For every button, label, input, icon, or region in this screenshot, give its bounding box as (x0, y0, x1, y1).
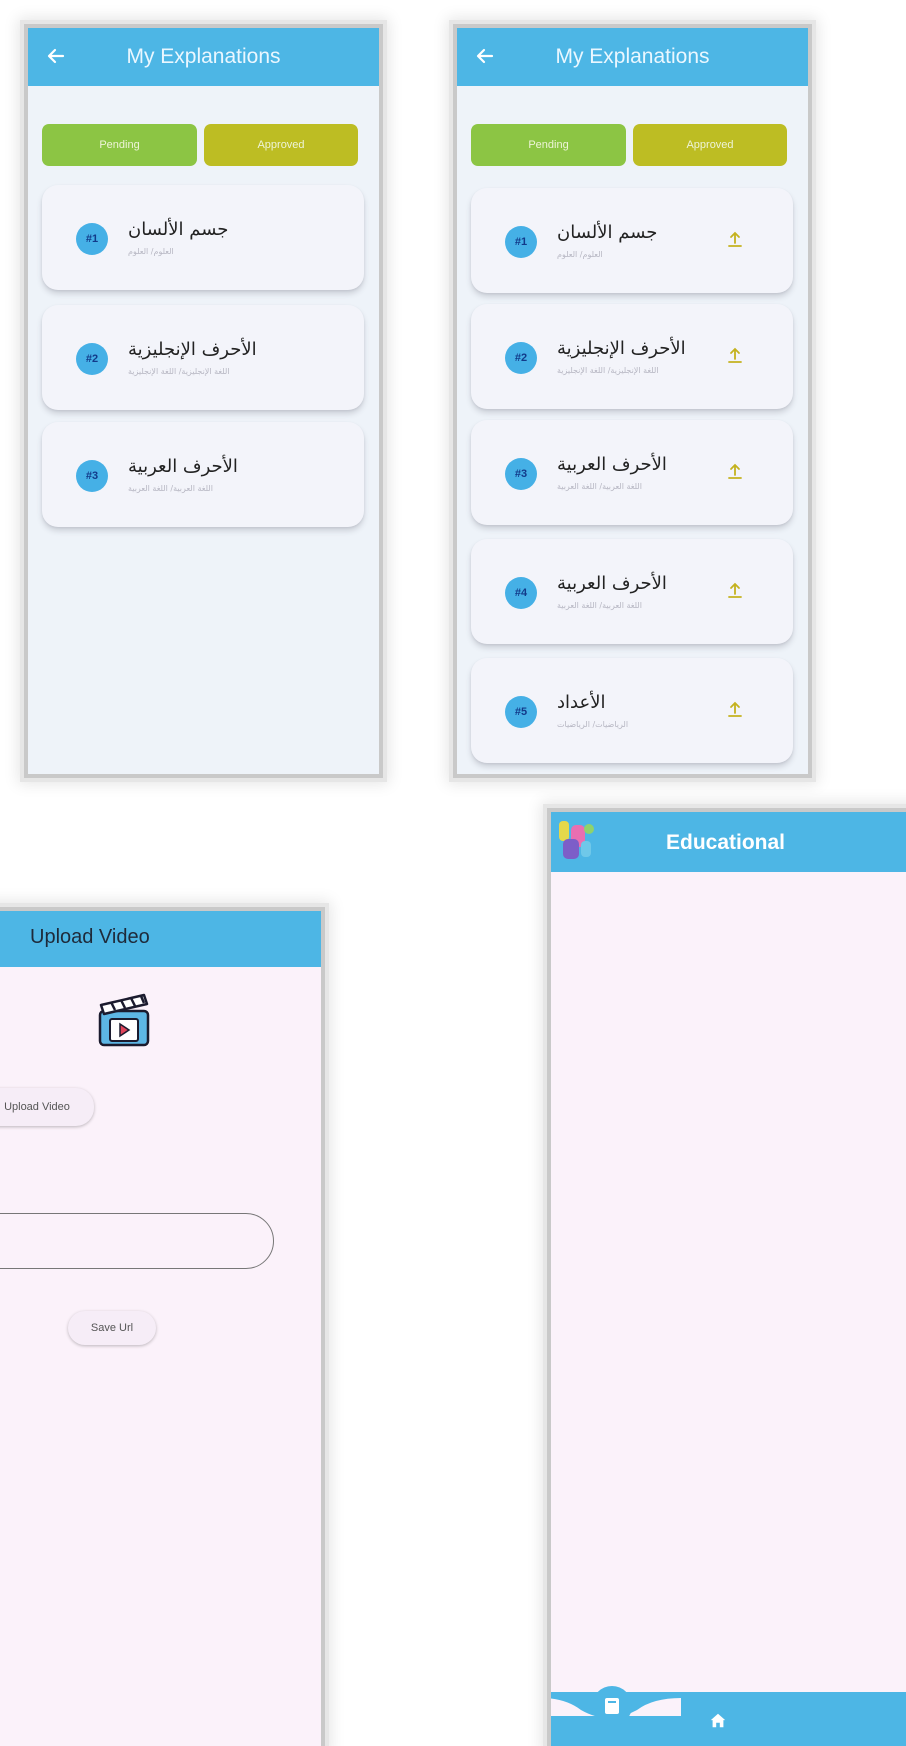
item-number-badge: #3 (505, 458, 537, 490)
item-subtitle: العلوم/ العلوم (128, 247, 174, 256)
page-title: My Explanations (555, 45, 710, 68)
screen-explanations-upload: My Explanations Pending Approved #1 جسم … (457, 28, 808, 774)
list-item[interactable]: #1 جسم الألسان العلوم/ العلوم (471, 188, 793, 293)
item-subtitle: الرياضيات/ الرياضيات (557, 720, 629, 729)
page-title: Educational (666, 831, 786, 854)
list-item[interactable]: #1 جسم الألسان العلوم/ العلوم (42, 185, 364, 290)
page-title: Upload Video (30, 926, 150, 948)
video-clapperboard-icon (98, 993, 150, 1047)
item-number-badge: #5 (505, 696, 537, 728)
save-url-button[interactable]: Save Url (68, 1311, 156, 1345)
item-number-badge: #2 (505, 342, 537, 374)
list-item[interactable]: #4 الأحرف العربية اللغة العربية/ اللغة ا… (471, 539, 793, 644)
upload-icon[interactable] (727, 581, 743, 599)
app-bar: My Explanations (28, 28, 379, 86)
nav-book-button[interactable] (592, 1686, 632, 1726)
item-number-badge: #1 (505, 226, 537, 258)
list-item[interactable]: #2 الأحرف الإنجليزية اللغة الإنجليزية/ ا… (471, 304, 793, 409)
item-title: الأحرف العربية (557, 573, 667, 594)
item-title: الأحرف الإنجليزية (128, 339, 257, 360)
item-subtitle: اللغة العربية/ اللغة العربية (557, 601, 642, 610)
app-bar: Upload Video (0, 911, 321, 967)
item-title: الأحرف الإنجليزية (557, 338, 686, 359)
item-number-badge: #2 (76, 343, 108, 375)
app-logo (559, 821, 594, 859)
upload-icon[interactable] (727, 462, 743, 480)
app-bar: My Explanations (457, 28, 808, 86)
list-item[interactable]: #5 الأعداد الرياضيات/ الرياضيات (471, 658, 793, 763)
tab-approved[interactable]: Approved (204, 124, 358, 166)
screen-educational: Educational (551, 812, 906, 1746)
list-item[interactable]: #3 الأحرف العربية اللغة العربية/ اللغة ا… (471, 420, 793, 525)
list-item[interactable]: #2 الأحرف الإنجليزية اللغة الإنجليزية/ ا… (42, 305, 364, 410)
tab-approved[interactable]: Approved (633, 124, 787, 166)
item-number-badge: #3 (76, 460, 108, 492)
item-subtitle: اللغة الإنجليزية/ اللغة الإنجليزية (557, 366, 659, 375)
app-bar: Educational (551, 812, 906, 872)
upload-icon[interactable] (727, 346, 743, 364)
item-subtitle: اللغة العربية/ اللغة العربية (128, 484, 213, 493)
page-title: My Explanations (126, 45, 281, 68)
screen-explanations-pending: My Explanations Pending Approved #1 جسم … (28, 28, 379, 774)
tab-pending[interactable]: Pending (471, 124, 626, 166)
upload-icon[interactable] (727, 700, 743, 718)
item-subtitle: اللغة الإنجليزية/ اللغة الإنجليزية (128, 367, 230, 376)
home-icon[interactable] (709, 1712, 727, 1730)
upload-icon[interactable] (727, 230, 743, 248)
screen-upload-video: Upload Video Upload Video Save Url (0, 911, 321, 1746)
item-title: الأعداد (557, 692, 606, 713)
video-url-input[interactable] (0, 1213, 274, 1269)
book-icon (605, 1698, 619, 1714)
item-title: جسم الألسان (557, 222, 658, 243)
list-item[interactable]: #3 الأحرف العربية اللغة العربية/ اللغة ا… (42, 422, 364, 527)
item-subtitle: اللغة العربية/ اللغة العربية (557, 482, 642, 491)
item-title: جسم الألسان (128, 219, 229, 240)
item-number-badge: #1 (76, 223, 108, 255)
item-title: الأحرف العربية (557, 454, 667, 475)
tab-pending[interactable]: Pending (42, 124, 197, 166)
item-title: الأحرف العربية (128, 456, 238, 477)
upload-video-button[interactable]: Upload Video (0, 1088, 94, 1126)
item-number-badge: #4 (505, 577, 537, 609)
item-subtitle: العلوم/ العلوم (557, 250, 603, 259)
